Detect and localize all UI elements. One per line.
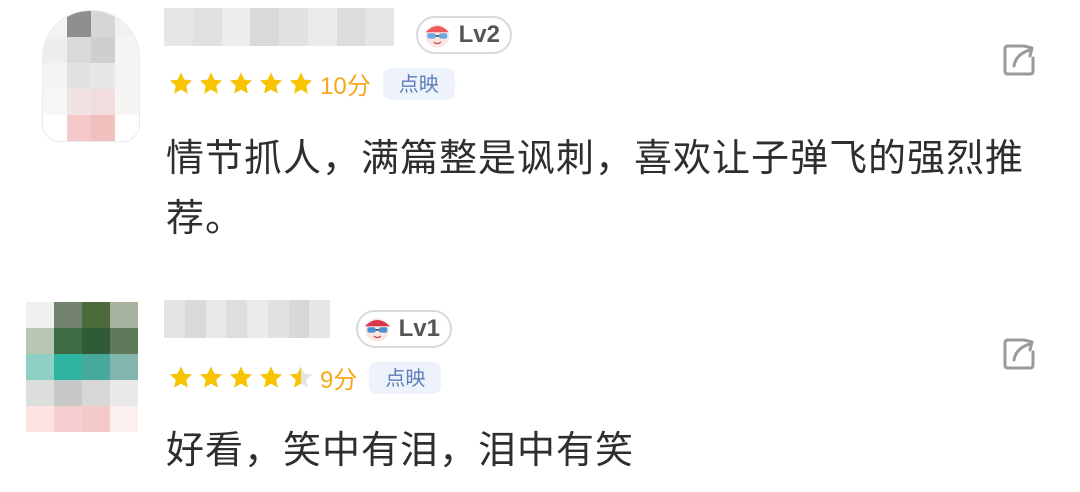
star-icon (170, 366, 192, 387)
username-pixel (164, 300, 185, 338)
avatar-pixel (54, 354, 82, 380)
star-icon (200, 366, 222, 387)
avatar-pixel (91, 63, 115, 89)
share-icon[interactable] (1000, 334, 1040, 374)
avatar-pixel (115, 63, 139, 89)
username-pixel (205, 300, 227, 338)
avatar-pixel (67, 115, 91, 141)
score-label: 10分 (320, 73, 371, 100)
avatar-pixel (91, 37, 115, 63)
avatar-pixel (91, 89, 115, 115)
rating-stars: 9分 点映 (168, 360, 442, 395)
star-icon (230, 72, 252, 93)
avatar-pixel (110, 406, 138, 432)
username-pixel (279, 8, 308, 46)
username-pixel (164, 8, 193, 46)
level-badge: Lv2 (416, 16, 512, 54)
share-icon[interactable] (1000, 40, 1040, 80)
level-badge: Lv1 (356, 310, 452, 348)
star-icon (260, 72, 282, 93)
avatar-pixel (26, 328, 54, 354)
avatar-pixel (26, 406, 54, 432)
username-blurred[interactable] (164, 8, 394, 46)
username-pixel (221, 8, 251, 46)
username-pixel (192, 8, 222, 46)
username-pixel (288, 300, 310, 338)
username-pixel (365, 8, 394, 46)
username-pixel (250, 8, 279, 46)
avatar-pixel (115, 37, 139, 63)
mascot-icon (425, 24, 450, 48)
review-item: Lv1 9分 点映 好看，笑中有泪，泪中有笑 (0, 292, 1080, 492)
star-icon (290, 366, 312, 387)
review-text: 好看，笑中有泪，泪中有笑 (166, 428, 635, 472)
level-label: Lv2 (458, 21, 500, 48)
star-icon (170, 72, 192, 93)
avatar-pixel (54, 302, 82, 328)
avatar-pixel (115, 89, 139, 115)
username-pixel (184, 300, 206, 338)
username-pixel (267, 300, 289, 338)
avatar[interactable] (42, 10, 140, 142)
avatar-pixel (54, 328, 82, 354)
avatar-pixel (110, 354, 138, 380)
avatar-pixel (43, 11, 67, 37)
avatar[interactable] (26, 302, 138, 432)
avatar-pixel (43, 89, 67, 115)
username-pixel (309, 300, 330, 338)
avatar-pixel (67, 89, 91, 115)
avatar-pixel (67, 63, 91, 89)
avatar-pixel (43, 37, 67, 63)
avatar-pixel (54, 380, 82, 406)
source-tag: 点映 (369, 361, 442, 394)
username-pixel (247, 300, 268, 338)
review-text: 情节抓人，满篇整是讽刺，喜欢让子弹飞的强烈推荐。 (166, 136, 1025, 240)
avatar-pixel (26, 302, 54, 328)
avatar-pixel (82, 354, 110, 380)
mascot-icon (364, 318, 390, 342)
avatar-pixel (82, 328, 110, 354)
avatar-pixel (82, 406, 110, 432)
username-pixel (307, 8, 337, 46)
avatar-pixel (67, 11, 91, 37)
avatar-pixel (110, 380, 138, 406)
avatar-pixel (110, 328, 138, 354)
star-icon (230, 366, 252, 387)
star-icon (260, 366, 282, 387)
avatar-pixel (82, 302, 110, 328)
avatar-pixel (43, 115, 67, 141)
avatar-pixel (26, 380, 54, 406)
avatar-pixel (91, 11, 115, 37)
avatar-pixel (43, 63, 67, 89)
avatar-pixel (115, 115, 139, 141)
avatar-pixel (82, 380, 110, 406)
star-icon (200, 72, 222, 93)
avatar-pixel (67, 37, 91, 63)
username-blurred[interactable] (164, 300, 330, 338)
level-label: Lv1 (398, 315, 440, 342)
review-item: Lv2 10分 点映 情节抓人，满篇整是讽刺，喜欢让子弹飞的强烈推荐。 (0, 0, 1080, 270)
rating-stars: 10分 点映 (168, 66, 455, 101)
avatar-pixel (110, 302, 138, 328)
username-pixel (336, 8, 366, 46)
avatar-pixel (91, 115, 115, 141)
username-pixel (226, 300, 247, 338)
score-label: 9分 (320, 367, 358, 394)
avatar-pixel (26, 354, 54, 380)
star-icon (290, 72, 312, 93)
source-tag: 点映 (382, 67, 455, 100)
avatar-pixel (115, 11, 139, 37)
avatar-pixel (54, 406, 82, 432)
